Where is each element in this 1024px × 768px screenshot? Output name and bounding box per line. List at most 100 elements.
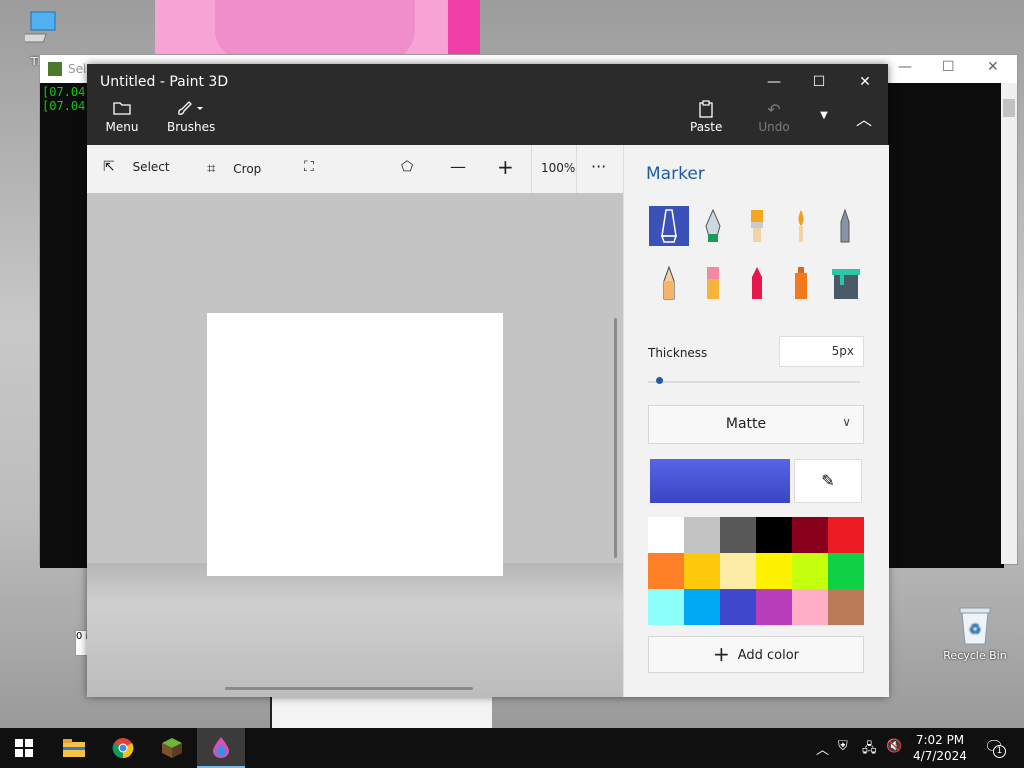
calligraphy-pen-icon: [705, 208, 721, 242]
oil-brush[interactable]: [737, 206, 777, 246]
action-center-button[interactable]: 🗨 1: [984, 737, 1006, 758]
more-options-button[interactable]: ···: [591, 157, 606, 176]
eyedropper-button[interactable]: ✎: [794, 459, 862, 503]
thickness-input[interactable]: 5px: [779, 336, 864, 367]
taskbar: ︿ ⛨ 🖧 🔇 7:02 PM 4/7/2024 🗨 1: [0, 728, 1024, 768]
minimize-button[interactable]: —: [751, 70, 797, 94]
palette-swatch[interactable]: [684, 553, 720, 589]
console-maximize-button[interactable]: ☐: [942, 59, 955, 75]
volume-muted-icon[interactable]: 🔇: [886, 739, 902, 754]
palette-swatch[interactable]: [720, 553, 756, 589]
taskbar-file-explorer[interactable]: [50, 728, 98, 768]
palette-swatch[interactable]: [648, 553, 684, 589]
zoom-level[interactable]: 100%: [541, 161, 575, 175]
show-hidden-icons-button[interactable]: ︿: [816, 739, 829, 758]
palette-swatch[interactable]: [756, 553, 792, 589]
crop-tool[interactable]: ⌗ Crop: [207, 159, 261, 177]
system-clock[interactable]: 7:02 PM 4/7/2024: [910, 732, 970, 764]
pixel-pen-brush[interactable]: [825, 206, 865, 246]
current-color-swatch[interactable]: [650, 459, 790, 503]
palette-swatch[interactable]: [792, 517, 828, 553]
close-button[interactable]: ✕: [842, 70, 888, 94]
menu-button[interactable]: Menu: [105, 100, 139, 134]
desktop-icon-recycle-bin[interactable]: ♻ Recycle Bin: [942, 604, 1008, 662]
folder-icon: [105, 100, 139, 120]
crayon-brush[interactable]: [737, 263, 777, 303]
finish-dropdown[interactable]: Matte ∨: [648, 405, 864, 444]
history-dropdown-button[interactable]: ▼: [814, 110, 834, 121]
horizontal-scrollbar[interactable]: [225, 687, 473, 690]
pencil-brush[interactable]: [649, 263, 689, 303]
add-color-label: Add color: [737, 648, 800, 663]
svg-text:♻: ♻: [969, 622, 982, 638]
brushes-button[interactable]: Brushes: [167, 100, 215, 134]
palette-swatch[interactable]: [828, 553, 864, 589]
console-scrollbar[interactable]: [1001, 83, 1017, 564]
zoom-in-button[interactable]: +: [497, 155, 514, 179]
palette-swatch[interactable]: [720, 517, 756, 553]
palette-swatch[interactable]: [828, 517, 864, 553]
taskbar-minecraft[interactable]: [148, 728, 196, 768]
eraser-brush[interactable]: [693, 263, 733, 303]
palette-swatch[interactable]: [720, 589, 756, 625]
select-tool[interactable]: ⇱ Select: [103, 159, 170, 175]
start-button[interactable]: [0, 728, 48, 768]
console-scroll-thumb[interactable]: [1003, 99, 1015, 117]
watercolor-icon: [798, 210, 804, 242]
thickness-slider-knob[interactable]: [655, 377, 663, 384]
drawing-canvas[interactable]: [207, 313, 503, 576]
select-label: Select: [132, 160, 170, 174]
calligraphy-pen-brush[interactable]: [693, 206, 733, 246]
menu-label: Menu: [105, 120, 139, 134]
chrome-icon: [112, 738, 134, 759]
canvas-area[interactable]: [87, 193, 623, 697]
panel-title: Marker: [646, 164, 705, 184]
desktop-icon-label: Recycle Bin: [943, 649, 1007, 662]
palette-swatch[interactable]: [828, 589, 864, 625]
add-color-button[interactable]: + Add color: [648, 636, 864, 673]
palette-swatch[interactable]: [648, 589, 684, 625]
console-minimize-button[interactable]: —: [898, 59, 912, 75]
paste-button[interactable]: Paste: [690, 100, 722, 134]
vertical-scrollbar[interactable]: [614, 318, 617, 558]
view-3d-icon: ⬠: [401, 159, 414, 175]
cursor-arrow-icon: ⇱: [103, 159, 115, 175]
fill-bucket-brush[interactable]: [825, 263, 865, 303]
thickness-slider[interactable]: [648, 377, 860, 384]
minecraft-icon: [162, 738, 182, 758]
paste-label: Paste: [690, 120, 723, 134]
eraser-icon: [707, 267, 719, 299]
crop-icon: ⌗: [207, 159, 216, 177]
console-close-button[interactable]: ✕: [987, 59, 999, 75]
palette-swatch[interactable]: [648, 517, 684, 553]
chevron-down-icon: ∨: [842, 415, 851, 429]
maximize-button[interactable]: ☐: [796, 70, 842, 94]
fill-bucket-icon: [832, 269, 860, 299]
palette-swatch[interactable]: [756, 589, 792, 625]
palette-swatch[interactable]: [792, 553, 828, 589]
network-icon[interactable]: 🖧: [862, 739, 877, 761]
zoom-out-button[interactable]: —: [450, 157, 466, 176]
taskbar-chrome[interactable]: [99, 728, 147, 768]
pencil-icon: [663, 265, 675, 300]
finish-value: Matte: [725, 416, 767, 432]
computer-icon: [14, 11, 56, 43]
paint3d-window[interactable]: Untitled - Paint 3D — ☐ ✕ Menu Brushes P…: [87, 64, 889, 697]
palette-swatch[interactable]: [684, 517, 720, 553]
oil-icon: [751, 210, 763, 242]
palette-swatch[interactable]: [756, 517, 792, 553]
pixel-pen-icon: [840, 208, 850, 243]
taskbar-paint3d[interactable]: [197, 728, 245, 768]
collapse-toolbar-button[interactable]: ︿: [851, 106, 877, 130]
color-palette: [648, 517, 864, 625]
undo-button[interactable]: ↶ Undo: [758, 100, 790, 134]
watercolor-brush[interactable]: [781, 206, 821, 246]
plus-icon: +: [712, 642, 730, 666]
view-3d-tool[interactable]: ⬠: [401, 159, 413, 175]
palette-swatch[interactable]: [792, 589, 828, 625]
spray-can-brush[interactable]: [781, 263, 821, 303]
palette-swatch[interactable]: [684, 589, 720, 625]
magic-select-tool[interactable]: ⛶: [304, 159, 314, 175]
security-icon[interactable]: ⛨: [838, 739, 848, 754]
marker-brush[interactable]: [649, 206, 689, 246]
